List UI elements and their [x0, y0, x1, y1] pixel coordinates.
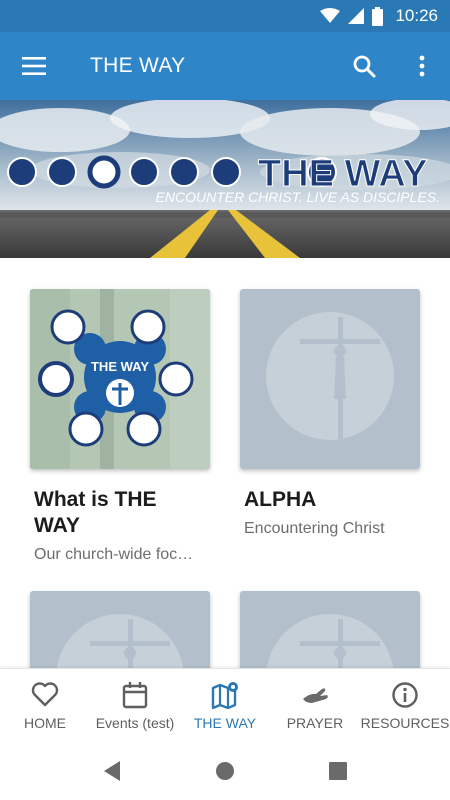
card-alpha[interactable]: ALPHA Encountering Christ: [240, 289, 420, 539]
search-button[interactable]: [346, 48, 382, 84]
nav-item-home[interactable]: HOME: [0, 669, 90, 741]
status-time: 10:26: [395, 6, 438, 25]
card-title: What is THE WAY: [34, 488, 157, 537]
signal-icon: [348, 8, 365, 24]
card-image: THE WAY: [30, 289, 210, 469]
app-bar: THE WAY: [0, 32, 450, 100]
info-icon: [392, 682, 418, 708]
card-item-3[interactable]: [30, 591, 210, 668]
menu-button[interactable]: [16, 48, 52, 84]
card-item-4[interactable]: [240, 591, 420, 668]
banner-image: THE WAY ENCOUNTER CHRIST. LIVE AS DISCIP…: [0, 100, 450, 258]
back-triangle-icon: [104, 761, 120, 781]
page-title: THE WAY: [90, 54, 186, 77]
status-bar: 10:26: [0, 0, 450, 32]
praying-hands-icon: [303, 688, 328, 703]
more-options-button[interactable]: [404, 48, 440, 84]
card-image-placeholder: [240, 289, 420, 469]
card-subtitle: Encountering Christ: [244, 520, 385, 537]
nav-item-prayer[interactable]: PRAYER: [270, 669, 360, 741]
card-image-placeholder: [30, 591, 210, 668]
home-button[interactable]: [212, 758, 238, 784]
banner-tagline: ENCOUNTER CHRIST. LIVE AS DISCIPLES.: [156, 189, 440, 205]
card-subtitle: Our church-wide foc…: [34, 546, 194, 563]
battery-icon: [372, 6, 384, 26]
more-vertical-icon: [419, 55, 425, 77]
home-circle-icon: [216, 762, 234, 780]
heart-icon: [31, 682, 59, 707]
nav-item-resources[interactable]: RESOURCES: [360, 669, 450, 741]
nav-item-the-way[interactable]: THE WAY: [180, 669, 270, 741]
map-icon: [211, 682, 238, 709]
status-icons: 10:26: [320, 4, 438, 28]
content-grid: THE WAY What is THE WAY Our church-wide …: [0, 258, 450, 668]
card-badge-text: THE WAY: [91, 359, 149, 374]
hamburger-menu-icon: [22, 57, 46, 75]
search-icon: [353, 55, 376, 78]
card-image-placeholder: [240, 591, 420, 668]
back-button[interactable]: [99, 758, 125, 784]
card-title: ALPHA: [244, 488, 317, 511]
bottom-nav: HOME Events (test) THE WAY PRAYER RESOUR…: [0, 668, 450, 741]
wifi-icon: [320, 8, 341, 23]
card-what-is-the-way[interactable]: THE WAY What is THE WAY Our church-wide …: [30, 289, 210, 565]
nav-item-events[interactable]: Events (test): [90, 669, 180, 741]
nav-label: RESOURCES: [360, 715, 450, 731]
recents-square-icon: [329, 762, 347, 780]
calendar-icon: [122, 682, 148, 709]
header-banner: THE WAY ENCOUNTER CHRIST. LIVE AS DISCIP…: [0, 100, 450, 258]
system-nav-bar: [0, 740, 450, 800]
recents-button[interactable]: [325, 758, 351, 784]
